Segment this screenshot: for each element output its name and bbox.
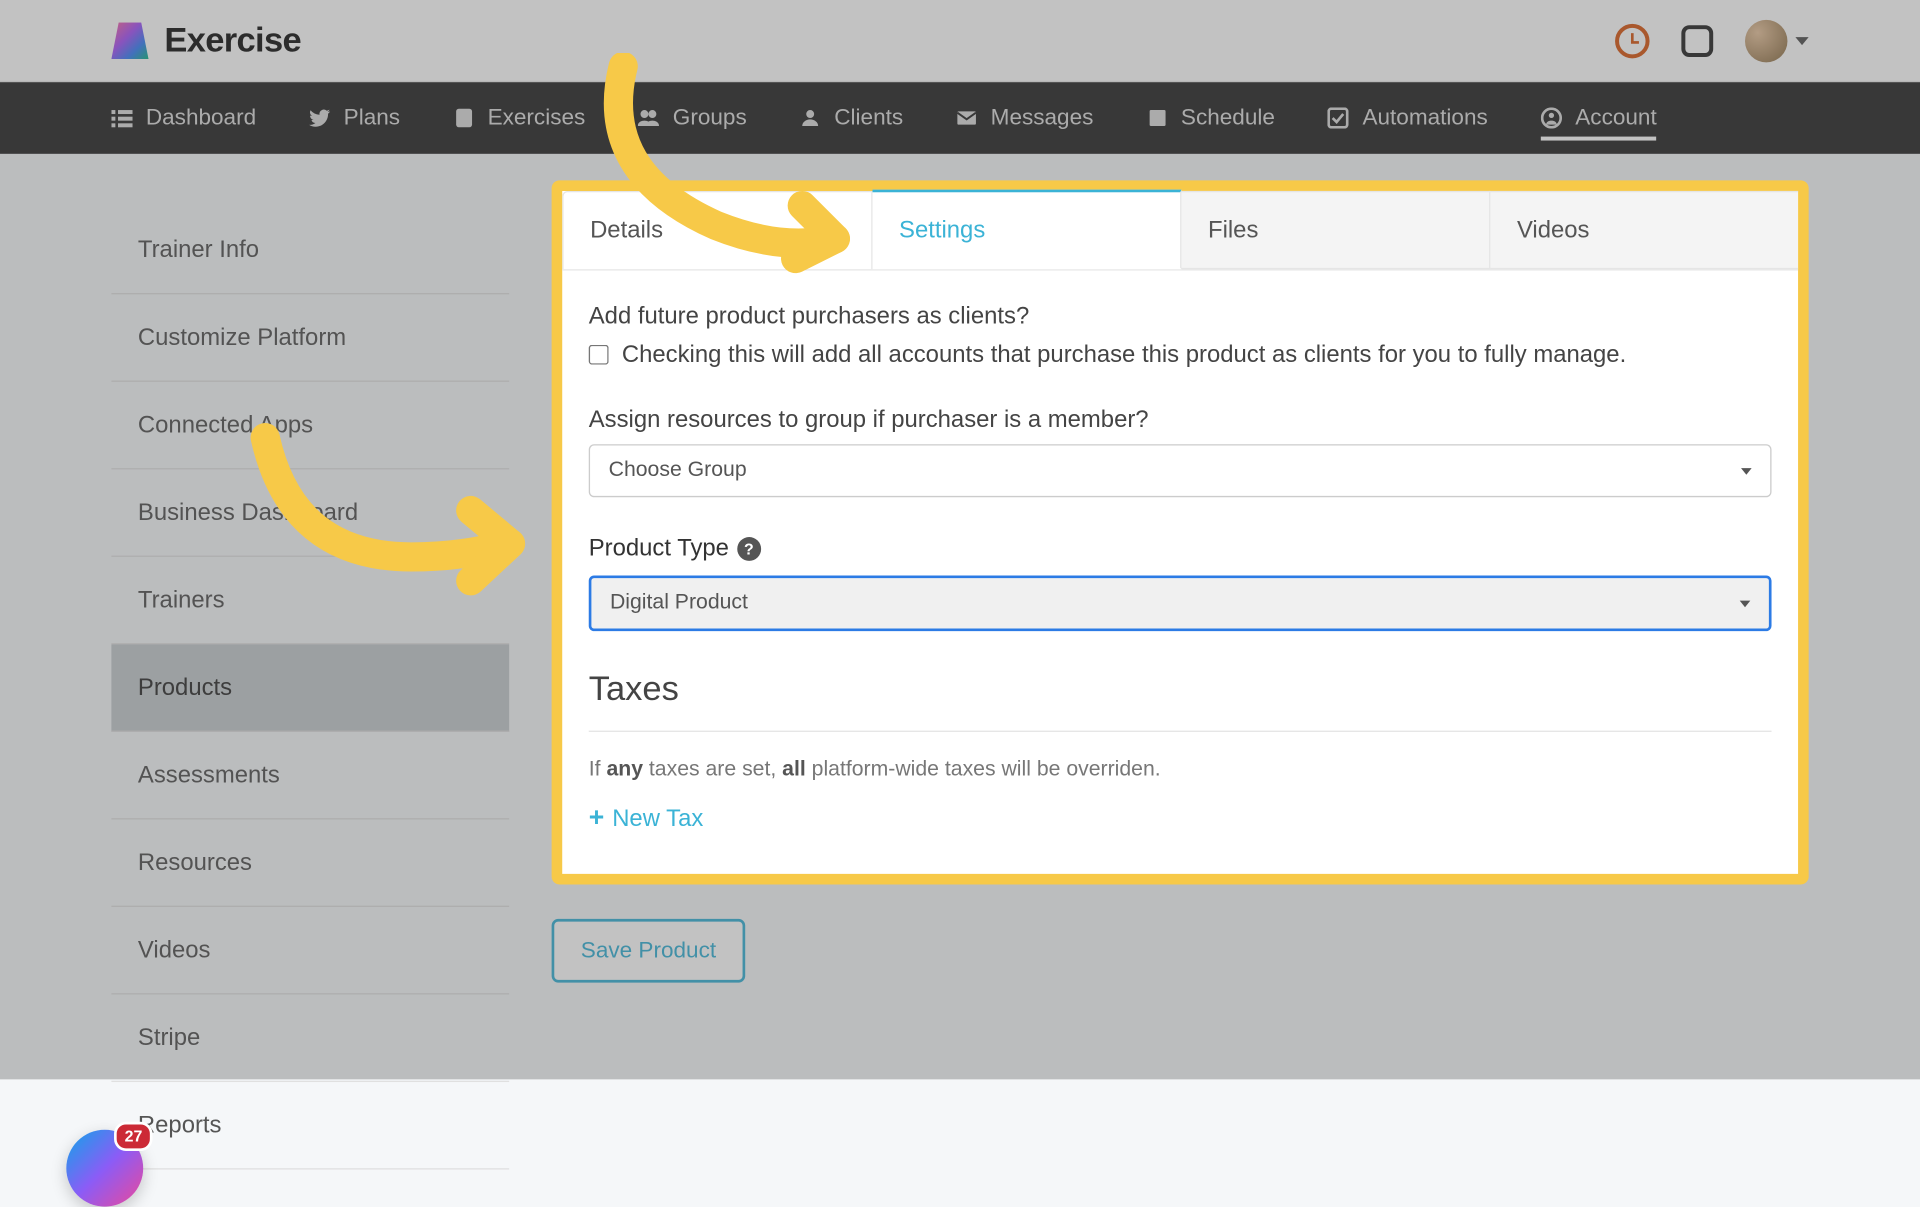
new-tax-button[interactable]: + New Tax bbox=[589, 804, 1772, 834]
product-type-select[interactable]: Digital Product bbox=[589, 575, 1772, 631]
nav-label: Exercises bbox=[488, 105, 586, 132]
sidebar-item-videos[interactable]: Videos bbox=[111, 907, 509, 995]
user-icon bbox=[800, 107, 821, 128]
sidebar-item-trainer-info[interactable]: Trainer Info bbox=[111, 207, 509, 295]
sidebar-item-reports[interactable]: Reports bbox=[111, 1082, 509, 1170]
chevron-down-icon bbox=[1741, 467, 1752, 474]
tab-videos[interactable]: Videos bbox=[1490, 191, 1798, 269]
users-icon bbox=[638, 107, 659, 128]
save-product-button[interactable]: Save Product bbox=[552, 919, 746, 983]
sidebar-item-customize-platform[interactable]: Customize Platform bbox=[111, 294, 509, 382]
add-purchasers-checkbox[interactable] bbox=[589, 345, 609, 365]
nav-label: Plans bbox=[344, 105, 400, 132]
clock-icon[interactable] bbox=[1615, 23, 1649, 57]
brand-logo[interactable]: Exercise bbox=[111, 20, 301, 61]
help-widget[interactable]: 27 bbox=[66, 1130, 143, 1207]
tab-settings[interactable]: Settings bbox=[873, 190, 1182, 270]
new-tax-label: New Tax bbox=[612, 805, 703, 833]
book-icon bbox=[1146, 107, 1167, 128]
avatar bbox=[1745, 19, 1787, 61]
taxes-heading: Taxes bbox=[589, 668, 1772, 709]
sidebar-item-assessments[interactable]: Assessments bbox=[111, 732, 509, 820]
nav-plans[interactable]: Plans bbox=[309, 105, 400, 132]
nav-label: Schedule bbox=[1181, 105, 1275, 132]
notification-badge: 27 bbox=[114, 1122, 153, 1151]
tab-details[interactable]: Details bbox=[562, 191, 872, 269]
nav-label: Clients bbox=[834, 105, 903, 132]
add-purchasers-help: Checking this will add all accounts that… bbox=[622, 341, 1626, 369]
product-type-value: Digital Product bbox=[610, 591, 748, 615]
taxes-note: If any taxes are set, all platform-wide … bbox=[589, 758, 1772, 782]
add-purchasers-label: Add future product purchasers as clients… bbox=[589, 302, 1772, 330]
sidebar-item-trainers[interactable]: Trainers bbox=[111, 557, 509, 645]
help-icon[interactable]: ? bbox=[737, 536, 761, 560]
nav-label: Automations bbox=[1362, 105, 1487, 132]
group-select[interactable]: Choose Group bbox=[589, 444, 1772, 497]
plus-icon: + bbox=[589, 804, 604, 834]
logo-icon bbox=[111, 22, 148, 59]
sidebar-item-business-dashboard[interactable]: Business Dashboard bbox=[111, 469, 509, 557]
product-settings-panel: Details Settings Files Videos Add future… bbox=[552, 180, 1809, 884]
nav-messages[interactable]: Messages bbox=[956, 105, 1093, 132]
sidebar-item-connected-apps[interactable]: Connected Apps bbox=[111, 382, 509, 470]
sidebar-item-products[interactable]: Products bbox=[111, 644, 509, 732]
nav-label: Dashboard bbox=[146, 105, 256, 132]
user-menu[interactable] bbox=[1745, 19, 1809, 61]
sidebar-item-stripe[interactable]: Stripe bbox=[111, 995, 509, 1083]
divider bbox=[589, 731, 1772, 732]
product-type-label: Product Type bbox=[589, 534, 729, 562]
group-select-value: Choose Group bbox=[609, 459, 747, 483]
nav-label: Groups bbox=[673, 105, 747, 132]
bird-icon bbox=[309, 107, 330, 128]
nav-label: Account bbox=[1575, 105, 1656, 132]
sidebar-item-resources[interactable]: Resources bbox=[111, 819, 509, 907]
nav-exercises[interactable]: Exercises bbox=[453, 105, 585, 132]
account-icon bbox=[1541, 107, 1562, 128]
nav-schedule[interactable]: Schedule bbox=[1146, 105, 1274, 132]
envelope-icon bbox=[956, 107, 977, 128]
nav-dashboard[interactable]: Dashboard bbox=[111, 105, 256, 132]
assign-group-label: Assign resources to group if purchaser i… bbox=[589, 406, 1772, 434]
nav-label: Messages bbox=[991, 105, 1094, 132]
check-square-icon bbox=[1328, 107, 1349, 128]
nav-clients[interactable]: Clients bbox=[800, 105, 903, 132]
note-icon bbox=[453, 107, 474, 128]
checkbox-icon[interactable] bbox=[1681, 25, 1713, 57]
chevron-down-icon bbox=[1740, 600, 1751, 607]
list-icon bbox=[111, 107, 132, 128]
account-sidebar: Trainer Info Customize Platform Connecte… bbox=[111, 154, 509, 1170]
nav-account[interactable]: Account bbox=[1541, 105, 1657, 141]
nav-groups[interactable]: Groups bbox=[638, 105, 746, 132]
brand-name: Exercise bbox=[164, 20, 301, 61]
nav-automations[interactable]: Automations bbox=[1328, 105, 1488, 132]
tab-files[interactable]: Files bbox=[1181, 191, 1490, 269]
